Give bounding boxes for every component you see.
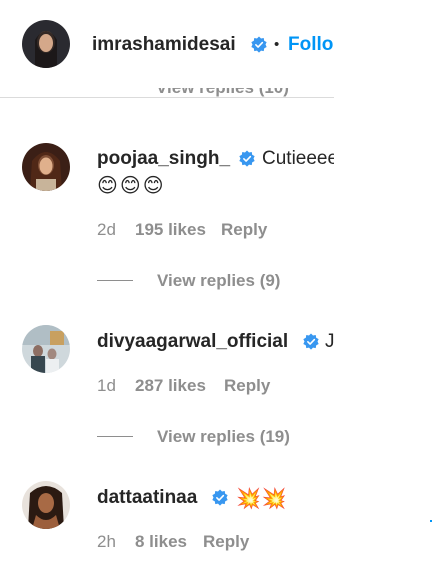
partial-view-replies[interactable]: View replies (10) [156, 88, 296, 97]
comment-age[interactable]: 1d [97, 376, 116, 396]
comment-text: J [325, 331, 335, 352]
verified-badge-icon [303, 333, 319, 350]
verified-badge-icon [239, 150, 255, 167]
comment-likes[interactable]: 8 likes [135, 532, 187, 552]
avatar[interactable] [22, 325, 70, 373]
comment-text: Cutieeee [262, 148, 334, 169]
comment-emojis: 😊😊😊 [97, 175, 166, 197]
reply-button[interactable]: Reply [203, 532, 249, 552]
comment-likes[interactable]: 287 likes [135, 376, 206, 396]
view-replies-button[interactable]: View replies (9) [157, 271, 280, 291]
view-replies-line [97, 280, 133, 281]
avatar[interactable] [22, 20, 70, 68]
comment-username[interactable]: dattaatinaa [97, 487, 197, 509]
comment-likes[interactable]: 195 likes [135, 220, 206, 240]
comment-age[interactable]: 2h [97, 532, 116, 552]
header-separator: • [274, 36, 280, 53]
avatar[interactable] [22, 143, 70, 191]
header-username[interactable]: imrashamidesai [92, 34, 236, 56]
view-replies-line [97, 436, 133, 437]
verified-badge-icon [251, 36, 267, 53]
header-divider [0, 97, 334, 98]
view-replies-button[interactable]: View replies (19) [157, 427, 290, 447]
edge-artifact [430, 520, 432, 522]
comment-age[interactable]: 2d [97, 220, 116, 240]
follow-button[interactable]: Follo [288, 34, 334, 56]
verified-badge-icon [212, 489, 228, 506]
comment-username[interactable]: divyaagarwal_official [97, 331, 288, 353]
comment-username[interactable]: poojaa_singh_ [97, 148, 230, 170]
reply-button[interactable]: Reply [224, 376, 270, 396]
reply-button[interactable]: Reply [221, 220, 267, 240]
comment-emojis: 💥💥 [236, 488, 288, 510]
avatar[interactable] [22, 481, 70, 529]
